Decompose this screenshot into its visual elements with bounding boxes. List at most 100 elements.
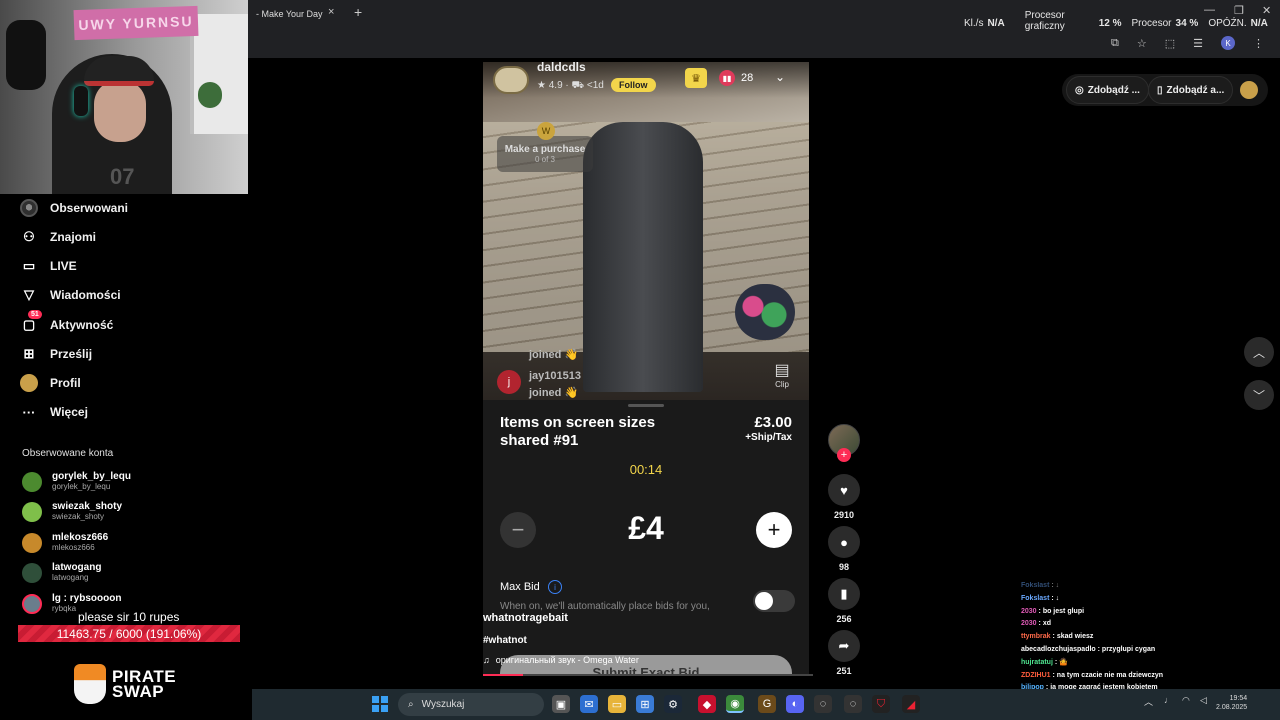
search-icon: ⌕ — [408, 699, 414, 710]
tab-close-icon[interactable]: × — [328, 6, 334, 18]
comment-icon[interactable]: ● — [828, 526, 860, 558]
followed-account[interactable]: latwogang latwogang — [22, 559, 101, 587]
screen: - Make Your Day × + Kl./s N/A Procesor g… — [0, 0, 1280, 720]
start-button[interactable] — [372, 696, 388, 712]
steam-icon[interactable]: ⚙ — [664, 695, 682, 713]
avatar[interactable] — [1240, 81, 1258, 99]
coin-icon: W — [537, 122, 555, 140]
drag-handle[interactable] — [628, 404, 664, 407]
chat-username[interactable]: ttymbrak — [1021, 633, 1051, 640]
chat-username[interactable]: Fokslast — [1021, 582, 1049, 589]
browser-titlebar: - Make Your Day × + Kl./s N/A Procesor g… — [248, 0, 1280, 58]
chat-username[interactable]: abecadlozchujaspadlo — [1021, 646, 1096, 653]
app-red-icon[interactable]: ◆ — [698, 695, 716, 713]
shield-icon[interactable]: ⛉ — [872, 695, 890, 713]
new-tab-button[interactable]: + — [354, 4, 362, 20]
performance-overlay: Kl./s N/A Procesor graficzny 12 % Proces… — [964, 10, 1268, 32]
windows-taskbar: ⌕ Wyszukaj ▣ ✉ ▭ ⊞ ⚙ ◆ ◉ G ◐ ◌ ◌ ⛉ ◢ ︿ ♩… — [252, 689, 1280, 720]
profile-avatar-icon — [20, 374, 38, 392]
avatar — [22, 472, 42, 492]
share-action[interactable]: ➦ 251 — [828, 630, 860, 676]
minimize-button[interactable]: — — [1204, 4, 1215, 16]
microphone-icon[interactable]: ♩ — [1164, 695, 1173, 705]
phone-icon: ▯ — [1157, 84, 1163, 96]
extensions-icon[interactable]: ⬚ — [1165, 37, 1175, 50]
seller-avatar[interactable] — [493, 66, 529, 94]
obs-secondary-icon[interactable]: ◌ — [844, 695, 862, 713]
live-video[interactable]: daldcdls ★ 4.9 · ⛟ <1d Follow ♛ ▮▮ 28 ⌄ … — [483, 62, 809, 400]
media-icon[interactable]: ☰ — [1193, 37, 1203, 50]
translate-icon[interactable]: ⧉ — [1111, 37, 1119, 50]
video-author[interactable]: whatnotragebait — [483, 612, 568, 624]
like-count: 2910 — [833, 510, 855, 520]
task-view-icon[interactable]: ▣ — [552, 695, 570, 713]
obs-icon[interactable]: ◌ — [814, 695, 832, 713]
sidebar-item-activity[interactable]: ▢ 51 Aktywność — [20, 310, 113, 336]
comment-action[interactable]: ● 98 — [828, 526, 860, 572]
followed-account[interactable]: mlekosz666 mlekosz666 — [22, 529, 108, 557]
sidebar-item-followed[interactable]: Obserwowani — [20, 197, 128, 219]
sidebar-item-upload[interactable]: ⊞ Prześlij — [20, 343, 92, 365]
followed-avatar-icon — [20, 199, 38, 217]
flower-item — [735, 284, 795, 340]
menu-icon[interactable]: ⋮ — [1253, 37, 1264, 50]
chat-username[interactable]: hujratatuj — [1021, 659, 1053, 666]
file-explorer-icon[interactable]: ▭ — [608, 695, 626, 713]
sidebar-item-profile[interactable]: Profil — [20, 372, 81, 394]
cpu-label: Procesor — [1131, 18, 1172, 29]
chat-username[interactable]: 2030 — [1021, 608, 1037, 615]
info-icon[interactable]: i — [548, 580, 562, 594]
previous-video-button[interactable]: ︿ — [1244, 337, 1274, 367]
share-icon[interactable]: ➦ — [828, 630, 860, 662]
sidebar-item-friends[interactable]: ⚇ Znajomi — [20, 226, 96, 248]
game-launcher-icon[interactable]: G — [758, 695, 776, 713]
seller-name[interactable]: daldcdls — [537, 62, 586, 74]
sidebar-item-more[interactable]: ··· Więcej — [20, 401, 88, 423]
taskbar-clock[interactable]: 19:54 2.08.2025 — [1216, 694, 1247, 712]
video-hashtag[interactable]: #whatnot — [483, 635, 527, 646]
volume-icon[interactable]: ◁ — [1200, 695, 1207, 706]
clip-icon: ▤ — [774, 362, 790, 379]
next-video-button[interactable]: ﹀ — [1244, 380, 1274, 410]
close-window-button[interactable]: ✕ — [1262, 4, 1271, 17]
chat-username[interactable]: 2030 — [1021, 620, 1037, 627]
maximize-button[interactable]: ❐ — [1234, 4, 1244, 17]
latency-value: N/A — [1250, 18, 1268, 29]
crown-icon[interactable]: ♛ — [685, 68, 707, 88]
video-progress-bar[interactable] — [483, 674, 813, 676]
chat-text: xd — [1042, 620, 1051, 628]
sidebar-item-messages[interactable]: ▽ Wiadomości — [20, 284, 121, 306]
chat-username[interactable]: Fokslast — [1021, 595, 1049, 602]
clip-button[interactable]: ▤ Clip — [769, 362, 795, 389]
followed-account[interactable]: gorylek_by_lequ gorylek_by_lequ — [22, 468, 131, 496]
chat-username[interactable]: ZDZIHU1 — [1021, 672, 1051, 679]
save-action[interactable]: ▮ 256 — [828, 578, 860, 624]
chevron-up-icon[interactable]: ︿ — [1144, 695, 1153, 708]
follow-button[interactable]: Follow — [611, 78, 656, 92]
store-icon[interactable]: ⊞ — [636, 695, 654, 713]
chat-text: bo jest glupi — [1042, 607, 1085, 615]
hanging-garment — [583, 122, 703, 392]
chevron-down-icon[interactable]: ⌄ — [775, 70, 785, 84]
discord-icon[interactable]: ◐ — [786, 695, 804, 713]
followed-account[interactable]: swiezak_shoty swiezak_shoty — [22, 498, 122, 526]
follow-plus-icon[interactable]: + — [837, 448, 851, 462]
network-icon[interactable]: ◠ — [1182, 695, 1190, 706]
outlook-icon[interactable]: ✉ — [580, 695, 598, 713]
purchase-goal-card[interactable]: W Make a purchase 0 of 3 — [497, 122, 593, 172]
profile-icon[interactable]: K — [1221, 36, 1235, 50]
app-arrow-icon[interactable]: ◢ — [902, 695, 920, 713]
like-action[interactable]: ♥ 2910 — [828, 474, 860, 520]
max-bid-toggle[interactable] — [753, 590, 795, 612]
bookmark-icon[interactable]: ▮ — [828, 578, 860, 610]
chrome-icon[interactable]: ◉ — [726, 695, 744, 713]
heart-icon[interactable]: ♥ — [828, 474, 860, 506]
taskbar-search[interactable]: ⌕ Wyszukaj — [398, 693, 544, 716]
sound-info[interactable]: ♫ оригинальный звук - Omega Water — [483, 655, 639, 665]
star-icon[interactable]: ☆ — [1137, 37, 1147, 50]
get-coins-button[interactable]: ◎ Zdobądź ... — [1066, 76, 1149, 104]
get-app-button[interactable]: ▯ Zdobądź a... — [1148, 76, 1234, 104]
chat-line: abecadlozchujaspadlo : przyglupi cygan — [1021, 645, 1156, 653]
sidebar-item-live[interactable]: ▭ LIVE — [20, 255, 77, 277]
increase-bid-button[interactable]: + — [756, 512, 792, 548]
